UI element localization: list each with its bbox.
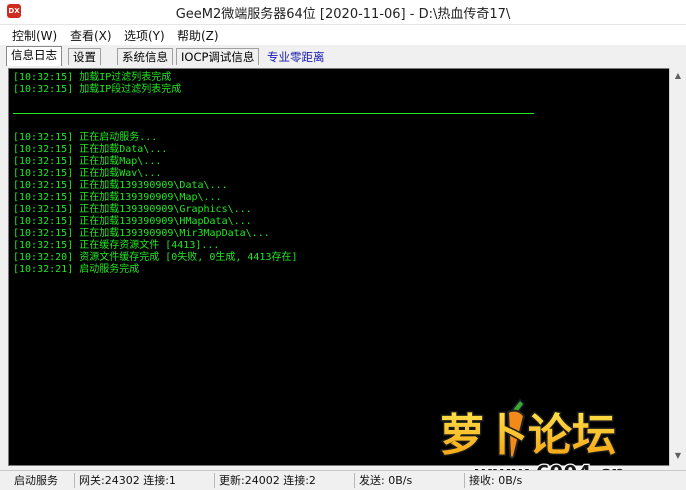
tab-system-info[interactable]: 系统信息 — [117, 48, 173, 65]
log-line: [10:32:15] 正在启动服务... — [13, 132, 158, 143]
log-line: [10:32:15] 加载IP段过滤列表完成 — [13, 84, 182, 95]
log-line: [10:32:15] 正在加载Data\... — [13, 144, 168, 155]
log-line: [10:32:15] 正在加载139390909\Mir3MapData\... — [13, 228, 270, 239]
log-line: [10:32:21] 启动服务完成 — [13, 264, 140, 275]
tab-link-pro[interactable]: 专业零距离 — [267, 49, 325, 65]
log-line: [10:32:15] 正在加载139390909\Data\... — [13, 180, 228, 191]
watermark-text: 萝卜论坛 — [440, 410, 616, 461]
log-line: [10:32:15] 正在加载139390909\Map\... — [13, 192, 222, 203]
log-lines-bottom: [10:32:15] 正在启动服务... [10:32:15] 正在加载Data\… — [13, 132, 298, 276]
status-gateway: 网关:24302 连接:1 — [74, 473, 176, 488]
status-bar: 启动服务 网关:24302 连接:1 更新:24002 连接:2 发送: 0B/… — [0, 470, 686, 490]
log-line: [10:32:15] 正在加载139390909\Graphics\... — [13, 204, 252, 215]
log-line: [10:32:15] 正在加载Map\... — [13, 156, 162, 167]
tab-strip: 信息日志 设置 系统信息 IOCP调试信息 专业零距离 — [0, 45, 686, 67]
menu-bar: 控制(W) 查看(X) 选项(Y) 帮助(Z) — [0, 25, 686, 45]
menu-view[interactable]: 查看(X) — [70, 27, 112, 44]
menu-help[interactable]: 帮助(Z) — [177, 27, 219, 44]
scroll-up-icon[interactable]: ▲ — [670, 68, 686, 84]
tab-iocp-debug[interactable]: IOCP调试信息 — [176, 48, 260, 65]
status-send: 发送: 0B/s — [354, 473, 412, 488]
log-line: [10:32:15] 正在加载139390909\HMapData\... — [13, 216, 252, 227]
log-separator — [13, 113, 534, 114]
title-bar: DX GeeM2微端服务器64位 [2020-11-06] - D:\热血传奇1… — [0, 0, 686, 25]
menu-control[interactable]: 控制(W) — [12, 27, 57, 44]
watermark-logo: 萝卜论坛 www.6994.cn — [439, 392, 670, 486]
status-update: 更新:24002 连接:2 — [214, 473, 316, 488]
scroll-down-icon[interactable]: ▼ — [670, 448, 686, 464]
log-line: [10:32:15] 正在加载Wav\... — [13, 168, 162, 179]
tab-settings[interactable]: 设置 — [68, 48, 101, 65]
log-line: [10:32:15] 正在缓存资源文件 [4413]... — [13, 240, 220, 251]
log-line: [10:32:15] 加载IP过滤列表完成 — [13, 72, 172, 83]
tab-info-log[interactable]: 信息日志 — [6, 46, 62, 66]
menu-options[interactable]: 选项(Y) — [124, 27, 165, 44]
status-receive: 接收: 0B/s — [464, 473, 522, 488]
log-scrollbar[interactable]: ▲ ▼ — [669, 68, 686, 466]
watermark-image: 萝卜论坛 www.6994.cn — [439, 398, 626, 486]
log-lines-top: [10:32:15] 加载IP过滤列表完成 [10:32:15] 加载IP段过滤列… — [13, 72, 181, 96]
log-line: [10:32:20] 资源文件缓存完成 [0失败, 0生成, 4413存在] — [13, 252, 298, 263]
window-title: GeeM2微端服务器64位 [2020-11-06] - D:\热血传奇17\ — [175, 7, 511, 22]
status-start-service: 启动服务 — [14, 474, 58, 487]
